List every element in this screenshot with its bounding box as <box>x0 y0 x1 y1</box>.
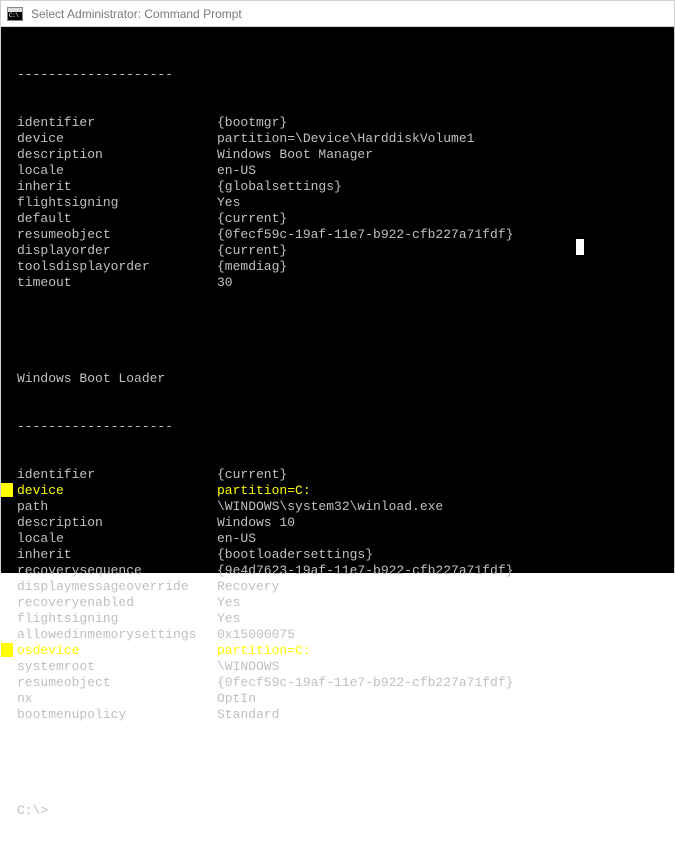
cursor-icon <box>48 804 56 818</box>
output-row: recoveryenabledYes <box>17 595 666 611</box>
property-value: {current} <box>217 211 666 227</box>
output-row: osdevicepartition=C: <box>17 643 666 659</box>
output-row: identifier{current} <box>17 467 666 483</box>
output-row: flightsigningYes <box>17 611 666 627</box>
blank-line <box>17 755 666 771</box>
property-key: inherit <box>17 179 217 195</box>
property-key: locale <box>17 163 217 179</box>
property-value: Windows Boot Manager <box>217 147 666 163</box>
property-key: locale <box>17 531 217 547</box>
property-key: recoveryenabled <box>17 595 217 611</box>
property-value: 0x15000075 <box>217 627 666 643</box>
separator-line: -------------------- <box>17 67 666 83</box>
output-row: localeen-US <box>17 531 666 547</box>
property-value: {current} <box>217 467 666 483</box>
output-row: resumeobject{0fecf59c-19af-11e7-b922-cfb… <box>17 675 666 691</box>
property-key: default <box>17 211 217 227</box>
output-row: recoverysequence{9e4d7623-19af-11e7-b922… <box>17 563 666 579</box>
property-value: Yes <box>217 195 666 211</box>
property-value: partition=C: <box>217 483 666 499</box>
property-key: device <box>17 131 217 147</box>
property-value: {0fecf59c-19af-11e7-b922-cfb227a71fdf} <box>217 227 666 243</box>
output-row: identifier{bootmgr} <box>17 115 666 131</box>
property-key: identifier <box>17 115 217 131</box>
output-row: nxOptIn <box>17 691 666 707</box>
output-row: descriptionWindows Boot Manager <box>17 147 666 163</box>
output-row: descriptionWindows 10 <box>17 515 666 531</box>
window-titlebar[interactable]: Select Administrator: Command Prompt <box>1 1 674 27</box>
property-value: Yes <box>217 595 666 611</box>
blank-line <box>17 323 666 339</box>
property-key: allowedinmemorysettings <box>17 627 217 643</box>
property-key: displaymessageoverride <box>17 579 217 595</box>
property-value: {0fecf59c-19af-11e7-b922-cfb227a71fdf} <box>217 675 666 691</box>
property-value: {globalsettings} <box>217 179 666 195</box>
output-row: localeen-US <box>17 163 666 179</box>
property-value: partition=C: <box>217 643 666 659</box>
property-key: nx <box>17 691 217 707</box>
property-key: device <box>17 483 217 499</box>
output-row: timeout30 <box>17 275 666 291</box>
property-value: {bootloadersettings} <box>217 547 666 563</box>
property-value: Yes <box>217 611 666 627</box>
section-heading: Windows Boot Loader <box>17 371 666 387</box>
property-key: flightsigning <box>17 195 217 211</box>
output-row: allowedinmemorysettings0x15000075 <box>17 627 666 643</box>
cmd-icon <box>7 7 23 21</box>
property-value: Windows 10 <box>217 515 666 531</box>
property-value: {9e4d7623-19af-11e7-b922-cfb227a71fdf} <box>217 563 666 579</box>
property-key: recoverysequence <box>17 563 217 579</box>
property-value: 30 <box>217 275 666 291</box>
output-row: devicepartition=\Device\HarddiskVolume1 <box>17 131 666 147</box>
property-key: bootmenupolicy <box>17 707 217 723</box>
property-key: description <box>17 515 217 531</box>
property-value: OptIn <box>217 691 666 707</box>
property-key: osdevice <box>17 643 217 659</box>
selection-block <box>576 239 584 255</box>
property-key: flightsigning <box>17 611 217 627</box>
output-row: devicepartition=C: <box>17 483 666 499</box>
property-key: timeout <box>17 275 217 291</box>
property-key: path <box>17 499 217 515</box>
output-row: default{current} <box>17 211 666 227</box>
property-value: {memdiag} <box>217 259 666 275</box>
property-value: \WINDOWS\system32\winload.exe <box>217 499 666 515</box>
property-key: description <box>17 147 217 163</box>
prompt-line: C:\> <box>17 803 666 819</box>
property-value: partition=\Device\HarddiskVolume1 <box>217 131 666 147</box>
output-row: flightsigningYes <box>17 195 666 211</box>
property-key: toolsdisplayorder <box>17 259 217 275</box>
property-value: Standard <box>217 707 666 723</box>
property-key: identifier <box>17 467 217 483</box>
highlight-marker <box>1 643 13 657</box>
output-row: resumeobject{0fecf59c-19af-11e7-b922-cfb… <box>17 227 666 243</box>
output-row: bootmenupolicyStandard <box>17 707 666 723</box>
property-key: displayorder <box>17 243 217 259</box>
output-row: displaymessageoverrideRecovery <box>17 579 666 595</box>
property-value: en-US <box>217 531 666 547</box>
property-value: Recovery <box>217 579 666 595</box>
property-key: systemroot <box>17 659 217 675</box>
property-key: inherit <box>17 547 217 563</box>
highlight-marker <box>1 483 13 497</box>
window-title: Select Administrator: Command Prompt <box>31 7 242 21</box>
output-row: systemroot\WINDOWS <box>17 659 666 675</box>
separator-line: -------------------- <box>17 419 666 435</box>
property-value: en-US <box>217 163 666 179</box>
property-key: resumeobject <box>17 227 217 243</box>
output-row: inherit{globalsettings} <box>17 179 666 195</box>
property-value: {bootmgr} <box>217 115 666 131</box>
property-key: resumeobject <box>17 675 217 691</box>
output-row: displayorder{current} <box>17 243 666 259</box>
terminal-output[interactable]: -------------------- identifier{bootmgr}… <box>1 27 674 573</box>
output-row: path\WINDOWS\system32\winload.exe <box>17 499 666 515</box>
output-row: toolsdisplayorder{memdiag} <box>17 259 666 275</box>
output-row: inherit{bootloadersettings} <box>17 547 666 563</box>
property-value: \WINDOWS <box>217 659 666 675</box>
property-value: {current} <box>217 243 666 259</box>
